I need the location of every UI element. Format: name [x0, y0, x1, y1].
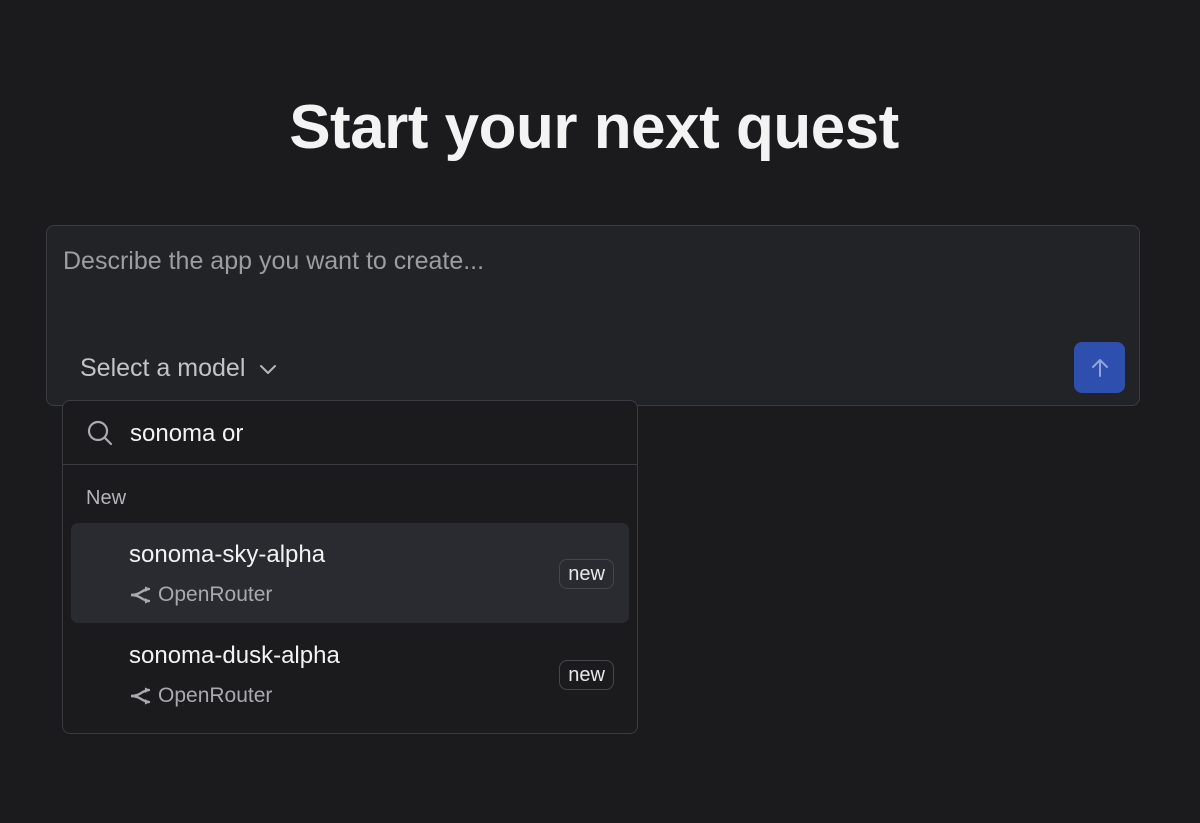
- model-option-provider: OpenRouter: [129, 684, 272, 708]
- model-option-provider: OpenRouter: [129, 583, 272, 607]
- model-search-row: [63, 401, 637, 465]
- model-option-sonoma-sky-alpha[interactable]: sonoma-sky-alpha OpenRouter new: [71, 523, 629, 623]
- prompt-composer: Select a model: [46, 225, 1140, 406]
- group-label-new: New: [86, 487, 127, 509]
- arrow-up-icon: [1088, 356, 1112, 380]
- model-option-name: sonoma-sky-alpha: [129, 541, 326, 568]
- chevron-down-icon: [257, 358, 279, 380]
- model-option-sonoma-dusk-alpha[interactable]: sonoma-dusk-alpha OpenRouter new: [71, 624, 629, 724]
- search-icon: [86, 419, 114, 447]
- model-option-name: sonoma-dusk-alpha: [129, 642, 340, 669]
- page-title: Start your next quest: [289, 93, 899, 162]
- provider-name: OpenRouter: [158, 684, 273, 707]
- model-select-button[interactable]: Select a model: [80, 348, 279, 388]
- app-description-input[interactable]: [61, 240, 1065, 282]
- page: Start your next quest Select a model: [0, 0, 1200, 823]
- send-button[interactable]: [1074, 342, 1125, 393]
- model-search-input[interactable]: [128, 415, 612, 453]
- openrouter-icon: [129, 586, 150, 604]
- model-select-label: Select a model: [80, 353, 246, 382]
- model-dropdown: New sonoma-sky-alpha OpenRouter new sono…: [62, 400, 638, 734]
- provider-name: OpenRouter: [158, 583, 273, 606]
- new-badge: new: [559, 559, 614, 589]
- openrouter-icon: [129, 687, 150, 705]
- new-badge: new: [559, 660, 614, 690]
